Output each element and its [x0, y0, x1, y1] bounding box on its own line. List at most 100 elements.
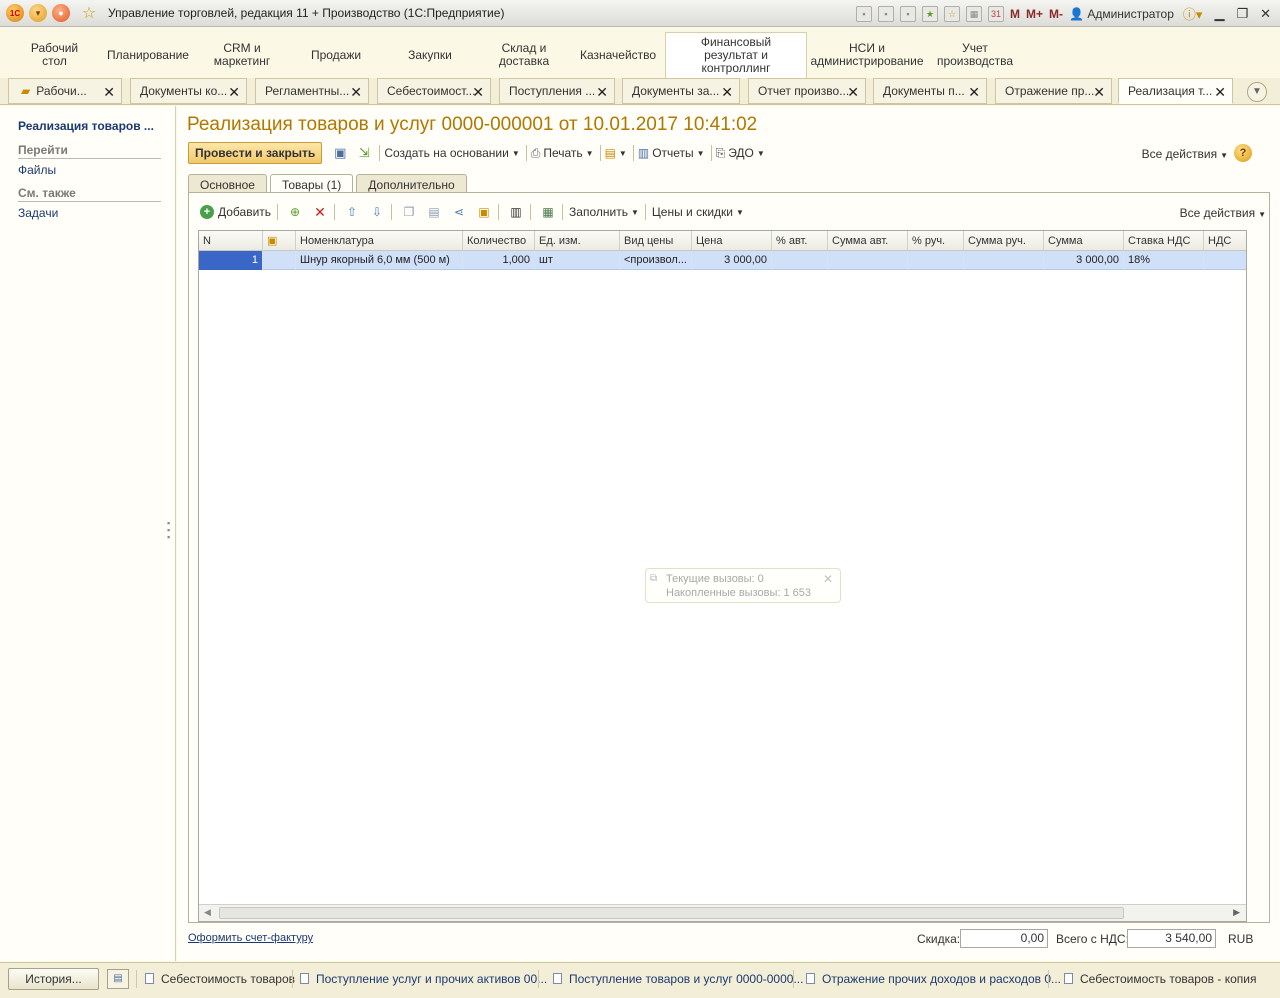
reserve-icon[interactable]: ▣	[476, 204, 492, 220]
fill-button[interactable]: Заполнить ▼	[569, 205, 639, 219]
move-up-icon[interactable]: ⇧	[344, 204, 360, 220]
memory-minus-button[interactable]: M-	[1049, 7, 1063, 21]
cell-auto-percent[interactable]	[772, 251, 828, 270]
add-favorite-icon[interactable]: ★	[922, 5, 939, 22]
nav-link-tasks[interactable]: Задачи	[18, 206, 58, 220]
close-tab-icon[interactable]: ✕	[847, 84, 859, 101]
calculator-icon[interactable]: ▦	[966, 5, 983, 22]
section-production[interactable]: Учет производства	[927, 32, 1023, 78]
horizontal-scrollbar[interactable]: ◀ ▶	[199, 904, 1246, 921]
close-tab-icon[interactable]: ✕	[1214, 84, 1226, 101]
col-header-quantity[interactable]: Количество	[463, 231, 535, 251]
close-tab-icon[interactable]: ✕	[1093, 84, 1105, 101]
close-icon[interactable]: ✕	[1257, 6, 1274, 22]
window-tab[interactable]: Документы за... ✕	[622, 78, 740, 104]
window-tab[interactable]: Себестоимост... ✕	[377, 78, 491, 104]
taskbar-item[interactable]: Поступление услуг и прочих активов 00...	[300, 972, 547, 986]
discount-field[interactable]: 0,00	[960, 929, 1048, 948]
section-planning[interactable]: Планирование	[101, 32, 195, 78]
cell-manual-sum[interactable]	[964, 251, 1044, 270]
reports-button[interactable]: ▥ Отчеты ▼	[638, 146, 705, 160]
close-tab-icon[interactable]: ✕	[721, 84, 733, 101]
col-header-price[interactable]: Цена	[692, 231, 772, 251]
section-treasury[interactable]: Казначейство	[571, 32, 665, 78]
info-icon[interactable]: ⓘ▾	[1180, 4, 1206, 23]
table-all-actions-menu[interactable]: Все действия ▼	[1180, 206, 1266, 220]
window-tab[interactable]: Документы ко... ✕	[130, 78, 247, 104]
barcode-icon[interactable]: ▥	[508, 204, 524, 220]
tab-additional[interactable]: Дополнительно	[356, 174, 467, 194]
col-header-vat-rate[interactable]: Ставка НДС	[1124, 231, 1204, 251]
col-header-manual-sum[interactable]: Сумма руч.	[964, 231, 1044, 251]
cell-n[interactable]: 1	[199, 251, 263, 270]
window-tab[interactable]: Регламентны... ✕	[255, 78, 369, 104]
cell-auto-sum[interactable]	[828, 251, 908, 270]
col-header-vat[interactable]: НДС	[1204, 231, 1246, 251]
col-header-n[interactable]: N	[199, 231, 263, 251]
user-menu[interactable]: 👤 Администратор	[1069, 7, 1174, 21]
cell-quantity[interactable]: 1,000	[463, 251, 535, 270]
delete-row-icon[interactable]: ✕	[312, 204, 328, 220]
table-row[interactable]: 1 Шнур якорный 6,0 мм (500 м) 1,000 шт <…	[199, 251, 1246, 270]
taskbar-item[interactable]: Отражение прочих доходов и расходов 0...	[806, 972, 1061, 986]
prices-discounts-button[interactable]: Цены и скидки ▼	[652, 205, 744, 219]
close-tab-icon[interactable]: ✕	[103, 84, 115, 101]
favorites-icon[interactable]: ☆	[944, 5, 961, 22]
print-icon[interactable]: ▪	[878, 5, 895, 22]
copy-row-icon[interactable]: ⊕	[287, 204, 303, 220]
section-purchases[interactable]: Закупки	[383, 32, 477, 78]
nav-link-files[interactable]: Файлы	[18, 163, 56, 177]
col-header-nomenclature[interactable]: Номенклатура	[296, 231, 463, 251]
memory-m-button[interactable]: M	[1010, 7, 1020, 21]
history-icon[interactable]: ●	[52, 4, 70, 22]
taskbar-item[interactable]: Поступление товаров и услуг 0000-0000...	[553, 972, 803, 986]
cell-nomenclature[interactable]: Шнур якорный 6,0 мм (500 м)	[296, 251, 463, 270]
section-warehouse[interactable]: Склад и доставка	[477, 32, 571, 78]
col-header-sum[interactable]: Сумма	[1044, 231, 1124, 251]
section-desktop[interactable]: Рабочий стол	[8, 32, 101, 78]
scroll-left-icon[interactable]: ◀	[204, 907, 211, 918]
window-tab[interactable]: Отчет произво... ✕	[748, 78, 866, 104]
tab-main[interactable]: Основное	[188, 174, 267, 194]
close-tab-icon[interactable]: ✕	[472, 84, 484, 101]
window-tab[interactable]: Отражение пр... ✕	[995, 78, 1112, 104]
section-crm[interactable]: CRM и маркетинг	[195, 32, 289, 78]
edo-button[interactable]: ⎘ ЭДО ▼	[716, 146, 765, 161]
scrollbar-thumb[interactable]	[219, 907, 1124, 919]
nav-current-document[interactable]: Реализация товаров ...	[18, 119, 154, 133]
taskbar-item[interactable]: Себестоимость товаров	[145, 972, 295, 986]
paste-icon[interactable]: ▤	[426, 204, 442, 220]
section-sales[interactable]: Продажи	[289, 32, 383, 78]
pick-goods-icon[interactable]: ▦	[540, 204, 556, 220]
more-tabs-icon[interactable]: ▼	[1247, 82, 1267, 102]
window-tab[interactable]: Поступления ... ✕	[499, 78, 615, 104]
window-tab-active[interactable]: Реализация т... ✕	[1118, 78, 1233, 104]
minimize-icon[interactable]: ▁	[1211, 6, 1227, 22]
cell-reserve[interactable]	[263, 251, 296, 270]
add-row-button[interactable]: + Добавить	[200, 205, 271, 219]
cell-manual-percent[interactable]	[908, 251, 964, 270]
restore-icon[interactable]: ❐	[1233, 6, 1251, 22]
help-icon[interactable]: ?	[1234, 144, 1252, 162]
scroll-right-icon[interactable]: ▶	[1233, 907, 1240, 918]
section-financial-result[interactable]: Финансовый результат и контроллинг	[665, 32, 807, 78]
window-tab[interactable]: ▰ Рабочи... ✕	[8, 78, 122, 104]
attach-files-button[interactable]: ▤ ▼	[605, 146, 627, 160]
close-popup-icon[interactable]: ✕	[823, 572, 833, 586]
print-button[interactable]: ⎙ Печать ▼	[531, 146, 594, 161]
col-header-reserve[interactable]: ▣	[263, 231, 296, 251]
total-with-vat-field[interactable]: 3 540,00	[1127, 929, 1216, 948]
memory-plus-button[interactable]: M+	[1026, 7, 1043, 21]
col-header-unit[interactable]: Ед. изм.	[535, 231, 620, 251]
favorites-star-icon[interactable]: ☆	[80, 4, 98, 22]
save-icon[interactable]: ▪	[856, 5, 873, 22]
create-based-on-button[interactable]: Создать на основании ▼	[384, 146, 519, 160]
cell-price[interactable]: 3 000,00	[692, 251, 772, 270]
window-tab[interactable]: Документы п... ✕	[873, 78, 987, 104]
col-header-price-type[interactable]: Вид цены	[620, 231, 692, 251]
copy-icon[interactable]: ❐	[401, 204, 417, 220]
close-tab-icon[interactable]: ✕	[350, 84, 362, 101]
form-all-actions-menu[interactable]: Все действия ▼	[1142, 147, 1228, 161]
cell-vat-rate[interactable]: 18%	[1124, 251, 1204, 270]
close-tab-icon[interactable]: ✕	[596, 84, 608, 101]
